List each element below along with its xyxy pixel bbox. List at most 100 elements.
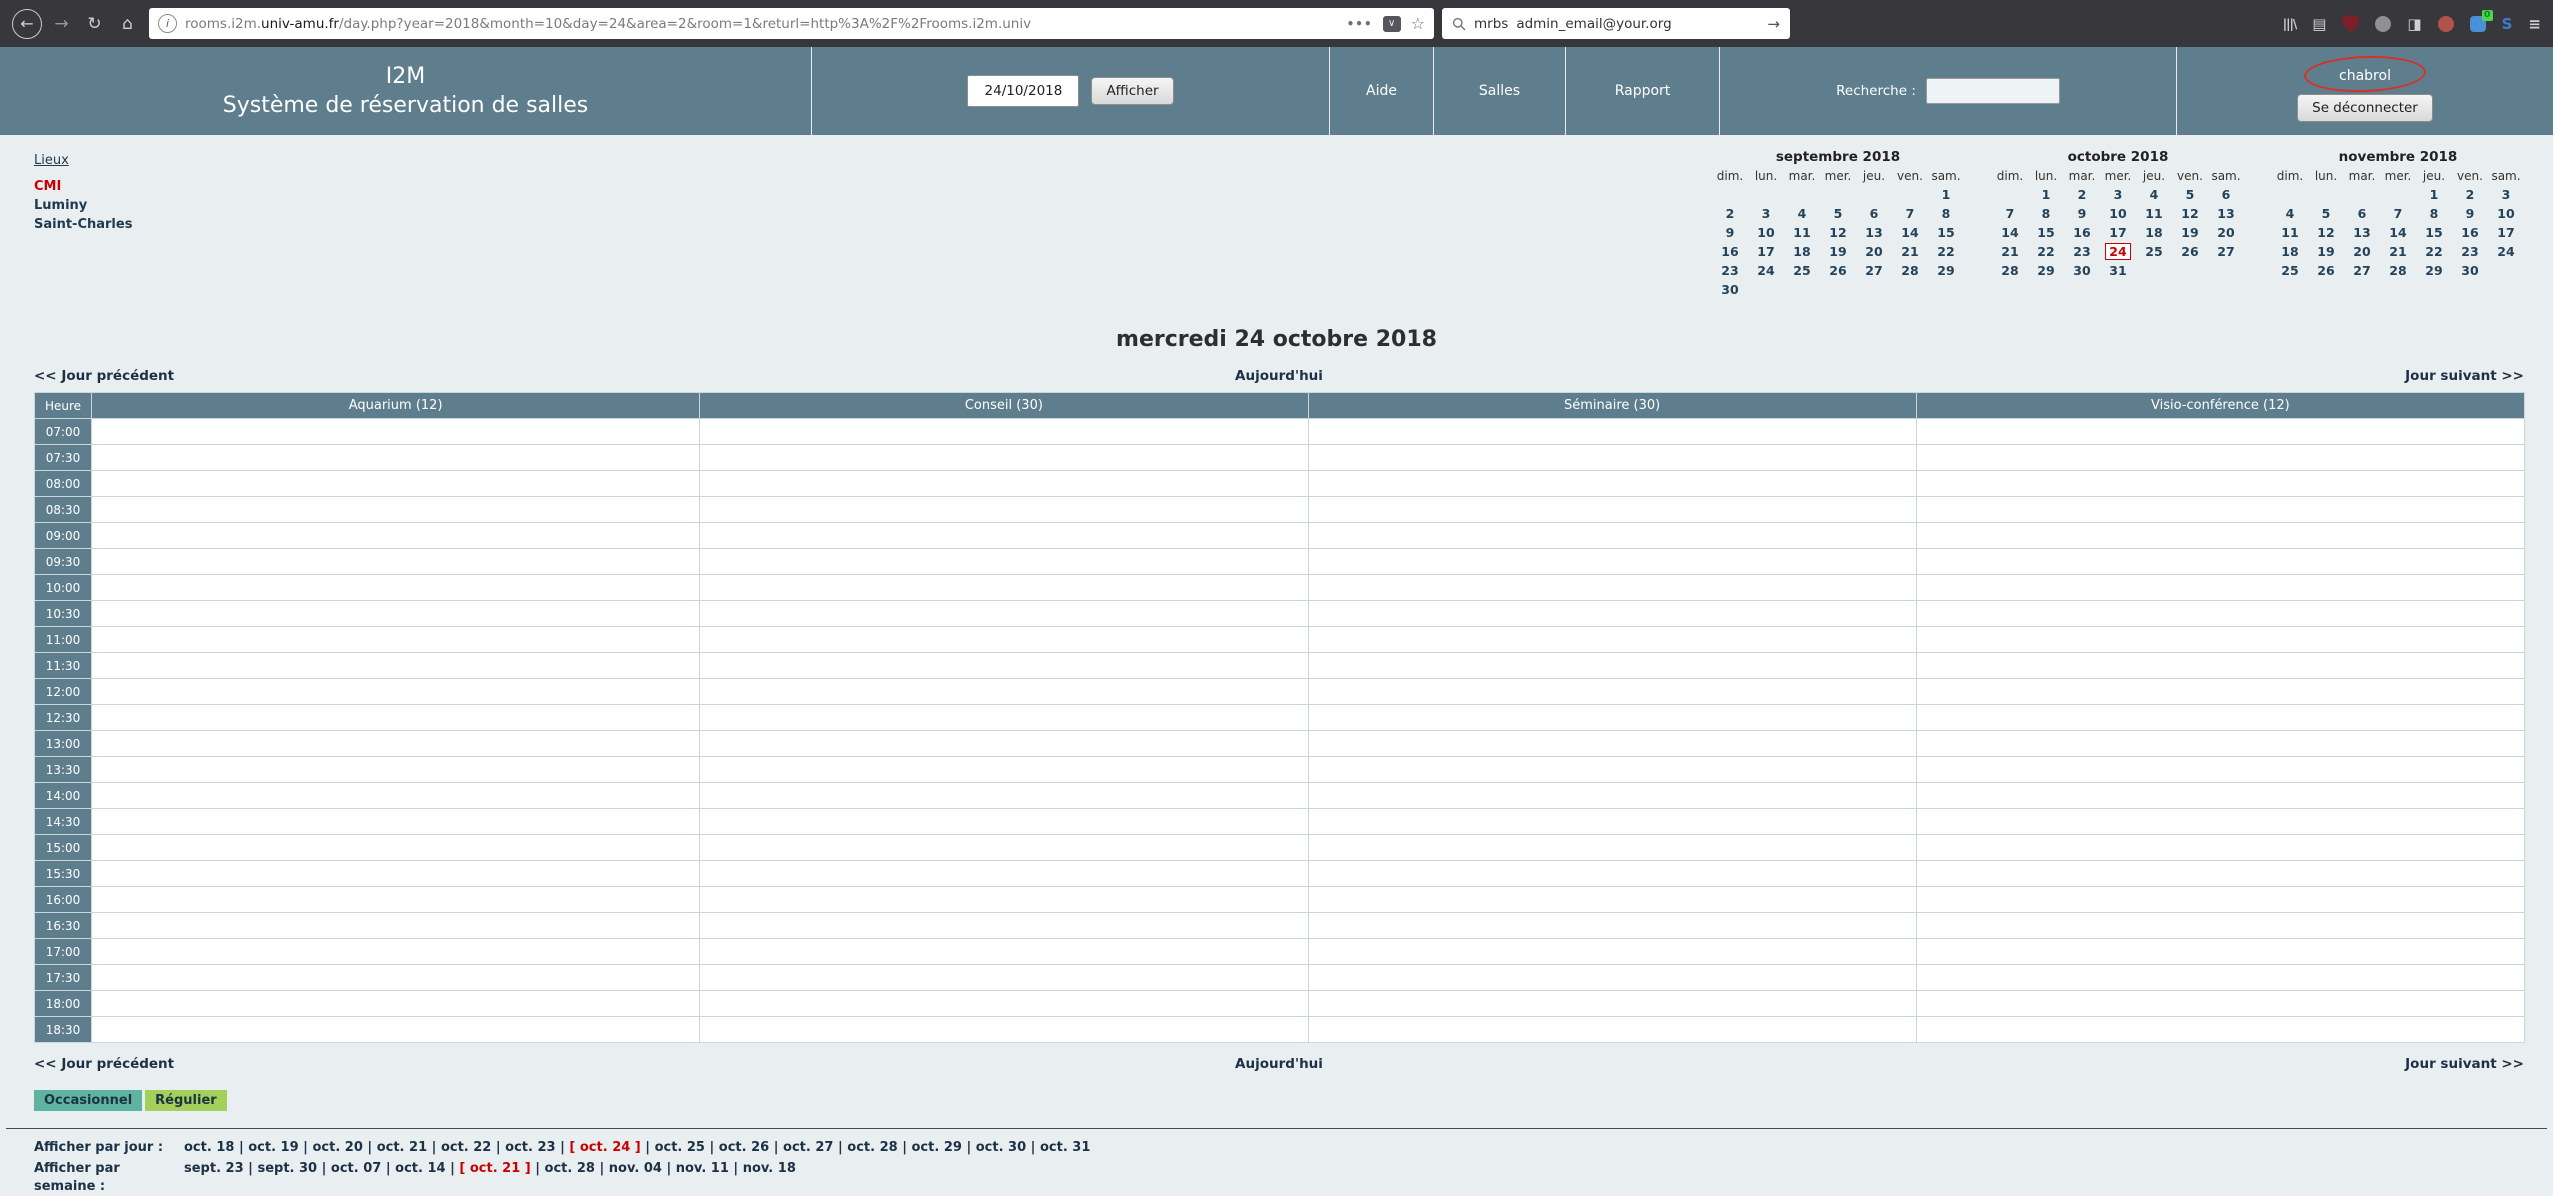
page-actions-icon[interactable]: •••: [1347, 17, 1373, 31]
calendar-day[interactable]: 12: [2314, 225, 2337, 240]
calendar-day[interactable]: 5: [2183, 187, 2198, 202]
browser-search-bar[interactable]: mrbs admin_email@your.org →: [1442, 8, 1790, 39]
sidebar-icon[interactable]: ◨: [2407, 15, 2421, 33]
calendar-day[interactable]: 26: [1826, 263, 1849, 278]
booking-slot[interactable]: [1915, 782, 2526, 809]
today-link-bottom[interactable]: Aujourd'hui: [864, 1056, 1694, 1072]
calendar-day[interactable]: 25: [2278, 263, 2301, 278]
booking-slot[interactable]: [699, 990, 1309, 1017]
footer-nav-link[interactable]: oct. 28: [545, 1161, 595, 1176]
booking-slot[interactable]: [1915, 496, 2526, 523]
booking-slot[interactable]: [1915, 704, 2526, 731]
booking-slot[interactable]: [90, 730, 701, 757]
calendar-day[interactable]: 14: [1898, 225, 1921, 240]
calendar-day[interactable]: 10: [2106, 206, 2129, 221]
calendar-day[interactable]: 14: [2386, 225, 2409, 240]
calendar-day[interactable]: 17: [2494, 225, 2517, 240]
footer-nav-link[interactable]: oct. 27: [783, 1140, 833, 1155]
room-header[interactable]: Séminaire (30): [1307, 392, 1917, 419]
booking-slot[interactable]: [90, 1016, 701, 1043]
calendar-day[interactable]: 6: [2219, 187, 2234, 202]
booking-slot[interactable]: [1307, 730, 1917, 757]
calendar-day[interactable]: 2: [2463, 187, 2478, 202]
calendar-day[interactable]: 29: [2034, 263, 2057, 278]
calendar-day[interactable]: 2: [1723, 206, 1738, 221]
time-label[interactable]: 15:00: [34, 834, 92, 861]
calendar-day[interactable]: 17: [1754, 244, 1777, 259]
calendar-day[interactable]: 17: [2106, 225, 2129, 240]
calendar-day[interactable]: 11: [2278, 225, 2301, 240]
footer-nav-link[interactable]: sept. 30: [257, 1161, 317, 1176]
url-bar[interactable]: i rooms.i2m.univ-amu.fr/day.php?year=201…: [149, 8, 1434, 39]
calendar-day[interactable]: 16: [2458, 225, 2481, 240]
booking-slot[interactable]: [1307, 704, 1917, 731]
calendar-day[interactable]: 15: [2034, 225, 2057, 240]
booking-slot[interactable]: [1307, 600, 1917, 627]
booking-slot[interactable]: [699, 912, 1309, 939]
calendar-day[interactable]: 20: [1862, 244, 1885, 259]
time-label[interactable]: 09:00: [34, 522, 92, 549]
calendar-day[interactable]: 28: [1898, 263, 1921, 278]
calendar-day[interactable]: 7: [1903, 206, 1918, 221]
calendar-day[interactable]: 20: [2214, 225, 2237, 240]
calendar-day[interactable]: 19: [2178, 225, 2201, 240]
time-label[interactable]: 11:00: [34, 626, 92, 653]
logout-button[interactable]: Se déconnecter: [2297, 93, 2433, 122]
booking-slot[interactable]: [90, 912, 701, 939]
booking-slot[interactable]: [699, 496, 1309, 523]
ghostery-icon[interactable]: [2375, 15, 2392, 32]
footer-nav-link[interactable]: oct. 21: [377, 1140, 427, 1155]
booking-slot[interactable]: [1307, 522, 1917, 549]
booking-slot[interactable]: [1307, 1016, 1917, 1043]
booking-slot[interactable]: [1915, 730, 2526, 757]
calendar-day[interactable]: 16: [1718, 244, 1741, 259]
footer-nav-link[interactable]: oct. 29: [912, 1140, 962, 1155]
footer-nav-link[interactable]: nov. 04: [609, 1161, 662, 1176]
booking-slot[interactable]: [699, 938, 1309, 965]
booking-slot[interactable]: [90, 678, 701, 705]
back-button[interactable]: ←: [12, 8, 42, 39]
time-label[interactable]: 10:00: [34, 574, 92, 601]
home-button[interactable]: ⌂: [114, 14, 141, 34]
booking-slot[interactable]: [1307, 756, 1917, 783]
calendar-day[interactable]: 20: [2350, 244, 2373, 259]
calendar-day[interactable]: 27: [1862, 263, 1885, 278]
calendar-day[interactable]: 7: [2391, 206, 2406, 221]
calendar-day[interactable]: 21: [1898, 244, 1921, 259]
calendar-day[interactable]: 3: [2499, 187, 2514, 202]
footer-nav-link[interactable]: nov. 18: [743, 1161, 796, 1176]
time-label[interactable]: 08:00: [34, 470, 92, 497]
calendar-day[interactable]: 4: [1795, 206, 1810, 221]
calendar-day[interactable]: 5: [1831, 206, 1846, 221]
booking-slot[interactable]: [1915, 990, 2526, 1017]
app-title[interactable]: I2M: [386, 62, 425, 91]
calendar-day[interactable]: 25: [2142, 244, 2165, 259]
calendar-day[interactable]: 10: [2494, 206, 2517, 221]
booking-slot[interactable]: [90, 548, 701, 575]
calendar-day[interactable]: 1: [2039, 187, 2054, 202]
booking-slot[interactable]: [1915, 470, 2526, 497]
booking-slot[interactable]: [1307, 938, 1917, 965]
time-label[interactable]: 17:00: [34, 938, 92, 965]
booking-slot[interactable]: [90, 782, 701, 809]
booking-slot[interactable]: [1307, 886, 1917, 913]
booking-slot[interactable]: [1915, 548, 2526, 575]
calendar-day[interactable]: 22: [2034, 244, 2057, 259]
time-label[interactable]: 16:30: [34, 912, 92, 939]
calendar-day[interactable]: 6: [1867, 206, 1882, 221]
calendar-day[interactable]: 9: [2075, 206, 2090, 221]
calendar-day[interactable]: 27: [2214, 244, 2237, 259]
booking-slot[interactable]: [1915, 938, 2526, 965]
calendar-day[interactable]: 9: [2463, 206, 2478, 221]
booking-slot[interactable]: [90, 470, 701, 497]
footer-nav-link[interactable]: oct. 30: [976, 1140, 1026, 1155]
booking-slot[interactable]: [1307, 808, 1917, 835]
booking-slot[interactable]: [699, 444, 1309, 471]
booking-slot[interactable]: [90, 834, 701, 861]
prev-day-link-bottom[interactable]: << Jour précédent: [34, 1056, 864, 1072]
time-label[interactable]: 07:30: [34, 444, 92, 471]
calendar-day[interactable]: 1: [2427, 187, 2442, 202]
booking-slot[interactable]: [90, 886, 701, 913]
booking-slot[interactable]: [699, 470, 1309, 497]
pocket-icon[interactable]: ∨: [1382, 15, 1401, 32]
